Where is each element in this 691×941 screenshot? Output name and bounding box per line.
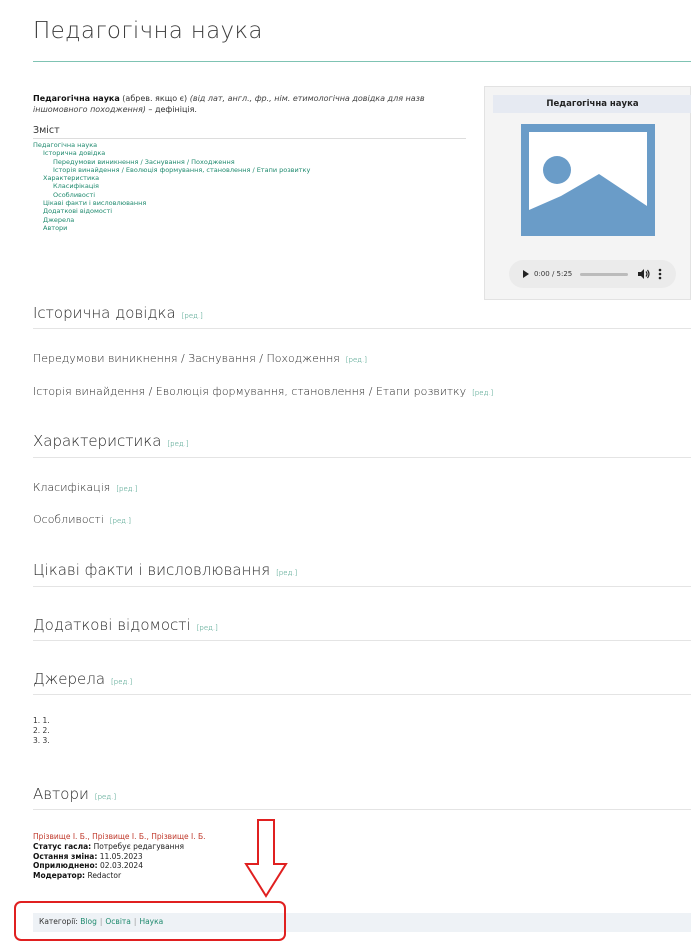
- edit-link[interactable]: [ред.]: [346, 356, 367, 364]
- section-title: Історія винайдення / Еволюція формування…: [33, 385, 467, 398]
- toc-title: Зміст: [33, 125, 466, 139]
- edit-link[interactable]: [ред.]: [182, 312, 203, 320]
- toc-item[interactable]: Джерела: [33, 216, 466, 224]
- section-heading-facts: Цікаві факти і висловлювання [ред.]: [33, 561, 297, 579]
- table-of-contents: Зміст Педагогічна наука Історична довідк…: [33, 125, 466, 232]
- toc-item[interactable]: Історична довідка: [33, 149, 466, 157]
- audio-time: 0:00 / 5:25: [534, 270, 573, 278]
- last-change-label: Остання зміна:: [33, 851, 98, 861]
- toc-item[interactable]: Педагогічна наука: [33, 141, 466, 149]
- section-divider: [33, 457, 691, 458]
- annotation-highlight-box: [14, 901, 286, 941]
- edit-link[interactable]: [ред.]: [167, 440, 188, 448]
- section-heading-sources: Джерела [ред.]: [33, 670, 132, 688]
- image-placeholder-icon: [521, 124, 655, 236]
- play-icon[interactable]: [523, 270, 529, 278]
- section-divider: [33, 586, 691, 587]
- section-title: Додаткові відомості: [33, 616, 191, 634]
- section-divider: [33, 694, 691, 695]
- section-heading-history: Історія винайдення / Еволюція формування…: [33, 385, 493, 398]
- edit-link[interactable]: [ред.]: [197, 624, 218, 632]
- edit-link[interactable]: [ред.]: [111, 678, 132, 686]
- source-item: 2. 2.: [33, 726, 50, 735]
- published-value: 02.03.2024: [97, 861, 143, 871]
- section-divider: [33, 640, 691, 641]
- section-heading-authors: Автори [ред.]: [33, 785, 116, 803]
- intro-paragraph: Педагогічна наука (абрев. якщо є) (від л…: [33, 93, 471, 115]
- section-heading-additional: Додаткові відомості [ред.]: [33, 616, 218, 634]
- toc-item[interactable]: Додаткові відомості: [33, 207, 466, 215]
- author-names-link[interactable]: Прізвище І. Б., Прізвище І. Б., Прізвище…: [33, 832, 206, 842]
- toc-item[interactable]: Особливості: [33, 191, 466, 199]
- section-title: Характеристика: [33, 432, 162, 450]
- section-heading-characteristics: Характеристика [ред.]: [33, 432, 189, 450]
- more-options-icon[interactable]: [658, 268, 662, 280]
- published-label: Оприлюднено:: [33, 861, 98, 871]
- toc-list: Педагогічна наука Історична довідка Пере…: [33, 141, 466, 232]
- annotation-arrow-down-icon: [244, 819, 288, 898]
- volume-icon[interactable]: [638, 269, 650, 279]
- section-title: Цікаві факти і висловлювання: [33, 561, 271, 579]
- toc-item[interactable]: Історія винайдення / Еволюція формування…: [33, 166, 466, 174]
- published-row: Оприлюднено: 02.03.2024: [33, 861, 206, 871]
- page-title: Педагогічна наука: [33, 18, 263, 44]
- source-item: 3. 3.: [33, 736, 50, 745]
- title-divider: [33, 61, 691, 62]
- infobox: Педагогічна наука 0:00 / 5:25: [484, 86, 691, 300]
- status-label: Статус гасла:: [33, 841, 92, 851]
- section-title: Автори: [33, 785, 89, 803]
- toc-item[interactable]: Автори: [33, 224, 466, 232]
- section-title: Особливості: [33, 513, 104, 526]
- section-title: Класифікація: [33, 481, 111, 494]
- toc-item[interactable]: Характеристика: [33, 174, 466, 182]
- section-heading-classification: Класифікація [ред.]: [33, 481, 137, 494]
- edit-link[interactable]: [ред.]: [95, 793, 116, 801]
- edit-link[interactable]: [ред.]: [116, 485, 137, 493]
- section-divider: [33, 809, 691, 810]
- last-change-value: 11.05.2023: [97, 851, 143, 861]
- audio-player[interactable]: 0:00 / 5:25: [509, 260, 676, 288]
- status-value: Потребує редагування: [91, 841, 184, 851]
- edit-link[interactable]: [ред.]: [472, 389, 493, 397]
- last-change-row: Остання зміна: 11.05.2023: [33, 852, 206, 862]
- intro-definition: – дефініція.: [145, 105, 197, 114]
- audio-progress-bar[interactable]: [580, 272, 629, 276]
- section-divider: [33, 328, 691, 329]
- intro-term: Педагогічна наука: [33, 94, 120, 103]
- toc-item[interactable]: Цікаві факти і висловлювання: [33, 199, 466, 207]
- moderator-value: Redactor: [85, 871, 122, 881]
- toc-item[interactable]: Передумови виникнення / Заснування / Пох…: [33, 158, 466, 166]
- section-heading-features: Особливості [ред.]: [33, 513, 131, 526]
- moderator-row: Модератор: Redactor: [33, 871, 206, 881]
- source-item: 1. 1.: [33, 716, 50, 725]
- moderator-label: Модератор:: [33, 871, 86, 881]
- intro-abbr: (абрев. якщо є): [119, 94, 190, 103]
- status-row: Статус гасла: Потребує редагування: [33, 842, 206, 852]
- edit-link[interactable]: [ред.]: [110, 517, 131, 525]
- toc-item[interactable]: Класифікація: [33, 182, 466, 190]
- section-heading-historical: Історична довідка [ред.]: [33, 304, 203, 322]
- authors-block: Прізвище І. Б., Прізвище І. Б., Прізвище…: [33, 832, 206, 881]
- section-title: Передумови виникнення / Заснування / Пох…: [33, 352, 340, 365]
- section-title: Джерела: [33, 670, 106, 688]
- sources-list: 1. 1. 2. 2. 3. 3.: [33, 716, 50, 746]
- section-heading-origins: Передумови виникнення / Заснування / Пох…: [33, 352, 367, 365]
- edit-link[interactable]: [ред.]: [276, 569, 297, 577]
- infobox-title: Педагогічна наука: [493, 95, 691, 113]
- section-title: Історична довідка: [33, 304, 176, 322]
